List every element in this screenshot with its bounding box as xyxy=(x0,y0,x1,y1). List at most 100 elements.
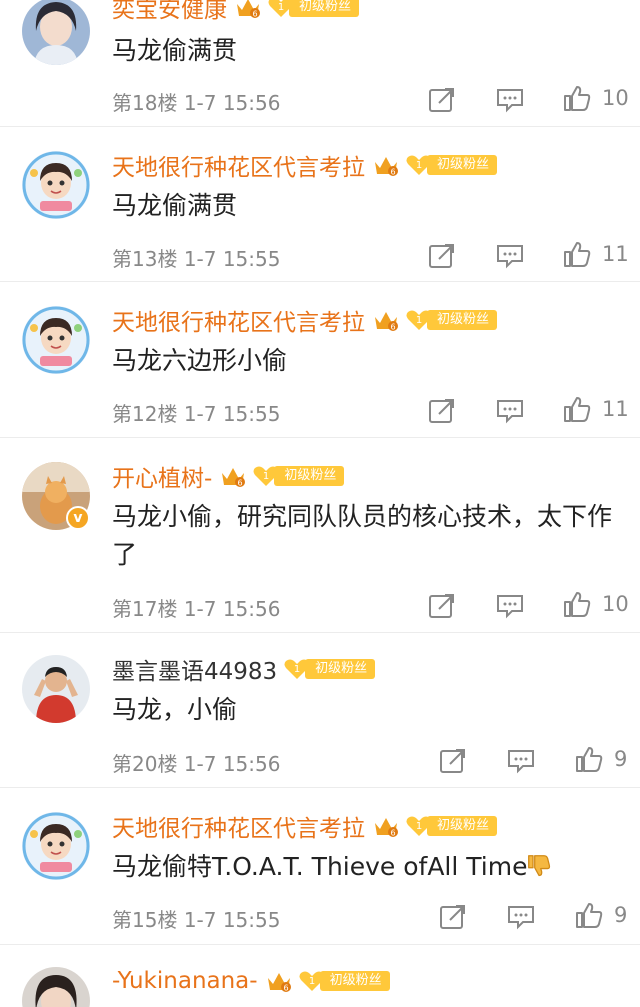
fan-badge-label: 初级粉丝 xyxy=(289,0,360,17)
thumb-up-icon[interactable] xyxy=(563,590,591,618)
svg-text:1: 1 xyxy=(294,664,300,675)
fan-badge: 1 初级粉丝 xyxy=(405,309,498,331)
share-icon[interactable] xyxy=(439,747,467,775)
comment-header: 墨言墨语44983 1 初级粉丝 xyxy=(112,652,376,686)
fan-badge-label: 初级粉丝 xyxy=(274,466,345,486)
username[interactable]: -Yukinanana- xyxy=(112,968,258,994)
floor-label: 第17楼 xyxy=(112,597,178,621)
svg-text:1: 1 xyxy=(308,976,314,987)
thumb-down-emoji-icon xyxy=(528,855,551,877)
share-icon[interactable] xyxy=(428,397,456,425)
comment-text-content: 马龙偷特T.O.A.T. Thieve ofAll Time xyxy=(112,852,528,881)
avatar[interactable] xyxy=(22,967,90,1007)
comment-meta: 第13楼 1-7 15:55 xyxy=(112,243,280,272)
comment-meta: 第20楼 1-7 15:56 xyxy=(112,748,280,777)
avatar[interactable] xyxy=(22,655,90,723)
thumb-up-icon[interactable] xyxy=(563,395,591,423)
comment-header: 天地很行种花区代言考拉 6 1 初级粉丝 xyxy=(112,148,498,182)
thumb-up-icon[interactable] xyxy=(575,745,603,773)
username[interactable]: 墨言墨语44983 xyxy=(112,652,277,686)
like-count: 9 xyxy=(614,747,628,771)
fan-badge: 1 初级粉丝 xyxy=(283,658,376,680)
like-count: 10 xyxy=(602,592,629,616)
avatar[interactable] xyxy=(22,306,90,374)
crown-icon: 6 xyxy=(375,818,398,838)
username[interactable]: 天地很行种花区代言考拉 xyxy=(112,809,365,843)
username[interactable]: 天地很行种花区代言考拉 xyxy=(112,148,365,182)
comment-header: 天地很行种花区代言考拉 6 1 初级粉丝 xyxy=(112,809,498,843)
comment-text: 马龙小偷，研究同队队员的核心技术，太下作了 xyxy=(112,502,613,569)
floor-label: 第18楼 xyxy=(112,91,178,115)
fan-badge: 1 初级粉丝 xyxy=(252,465,345,487)
comment-item: v 开心植树- 6 1 初级粉丝 马龙小偷，研究同队队员的核心技术，太下作了 第… xyxy=(0,438,640,633)
comment-item: 天地很行种花区代言考拉 6 1 初级粉丝 马龙偷满贯 第13楼 1-7 15:5… xyxy=(0,127,640,282)
comment-meta: 第15楼 1-7 15:55 xyxy=(112,904,280,933)
verified-badge-icon: v xyxy=(66,506,90,530)
username[interactable]: 奕宝安健康 xyxy=(112,0,227,24)
floor-label: 第12楼 xyxy=(112,402,178,426)
avatar[interactable] xyxy=(22,0,90,65)
comment-item: 墨言墨语44983 1 初级粉丝 马龙，小偷 第20楼 1-7 15:56 9 xyxy=(0,633,640,788)
timestamp: 1-7 15:56 xyxy=(183,91,281,115)
username[interactable]: 开心植树- xyxy=(112,459,212,493)
comment-text: 马龙，小偷 xyxy=(112,695,238,724)
comment-header: 开心植树- 6 1 初级粉丝 xyxy=(112,459,345,493)
reply-icon[interactable] xyxy=(496,86,524,114)
floor-label: 第20楼 xyxy=(112,752,178,776)
svg-text:6: 6 xyxy=(390,323,395,332)
fan-badge-label: 初级粉丝 xyxy=(427,816,498,836)
svg-text:6: 6 xyxy=(252,10,257,19)
avatar[interactable] xyxy=(22,151,90,219)
comment-header: -Yukinanana- 6 1 初级粉丝 xyxy=(112,964,390,998)
share-icon[interactable] xyxy=(428,86,456,114)
thumb-up-icon[interactable] xyxy=(563,240,591,268)
fan-badge-label: 初级粉丝 xyxy=(427,155,498,175)
share-icon[interactable] xyxy=(439,903,467,931)
reply-icon[interactable] xyxy=(507,747,535,775)
comment-meta: 第17楼 1-7 15:56 xyxy=(112,593,280,622)
fan-badge: 1 初级粉丝 xyxy=(405,815,498,837)
username[interactable]: 天地很行种花区代言考拉 xyxy=(112,303,365,337)
avatar[interactable] xyxy=(22,812,90,880)
reply-icon[interactable] xyxy=(496,592,524,620)
timestamp: 1-7 15:55 xyxy=(183,247,281,271)
fan-badge: 1 初级粉丝 xyxy=(405,154,498,176)
timestamp: 1-7 15:56 xyxy=(183,752,281,776)
comment-meta: 第12楼 1-7 15:55 xyxy=(112,398,280,427)
share-icon[interactable] xyxy=(428,592,456,620)
svg-text:6: 6 xyxy=(283,984,288,993)
svg-text:6: 6 xyxy=(238,479,243,488)
fan-badge-label: 初级粉丝 xyxy=(305,659,376,679)
reply-icon[interactable] xyxy=(507,903,535,931)
comment-header: 奕宝安健康 6 1 初级粉丝 xyxy=(112,0,360,24)
reply-icon[interactable] xyxy=(496,397,524,425)
like-count: 10 xyxy=(602,86,629,110)
timestamp: 1-7 15:56 xyxy=(183,597,281,621)
comment-text: 马龙六边形小偷 xyxy=(112,346,288,375)
comment-text: 马龙偷满贯 xyxy=(112,36,238,65)
fan-badge-label: 初级粉丝 xyxy=(427,310,498,330)
svg-text:6: 6 xyxy=(390,829,395,838)
comment-meta: 第18楼 1-7 15:56 xyxy=(112,87,280,116)
svg-text:1: 1 xyxy=(416,315,422,326)
comment-item: -Yukinanana- 6 1 初级粉丝 xyxy=(0,945,640,1007)
timestamp: 1-7 15:55 xyxy=(183,908,281,932)
svg-text:1: 1 xyxy=(278,2,284,13)
comment-text: 马龙偷特T.O.A.T. Thieve ofAll Time xyxy=(112,848,632,886)
floor-label: 第13楼 xyxy=(112,247,178,271)
comment-item: 天地很行种花区代言考拉 6 1 初级粉丝 马龙偷特T.O.A.T. Thieve… xyxy=(0,788,640,945)
fan-badge: 1 初级粉丝 xyxy=(267,0,360,18)
share-icon[interactable] xyxy=(428,242,456,270)
fan-badge: 1 初级粉丝 xyxy=(298,970,390,992)
reply-icon[interactable] xyxy=(496,242,524,270)
thumb-up-icon[interactable] xyxy=(575,901,603,929)
svg-text:6: 6 xyxy=(390,168,395,177)
comment-item: 天地很行种花区代言考拉 6 1 初级粉丝 马龙六边形小偷 第12楼 1-7 15… xyxy=(0,282,640,438)
like-count: 9 xyxy=(614,903,628,927)
svg-text:1: 1 xyxy=(263,471,269,482)
comment-header: 天地很行种花区代言考拉 6 1 初级粉丝 xyxy=(112,303,498,337)
crown-icon: 6 xyxy=(375,312,398,332)
comment-text: 马龙偷满贯 xyxy=(112,191,238,220)
crown-icon: 6 xyxy=(222,468,246,488)
thumb-up-icon[interactable] xyxy=(563,84,591,112)
